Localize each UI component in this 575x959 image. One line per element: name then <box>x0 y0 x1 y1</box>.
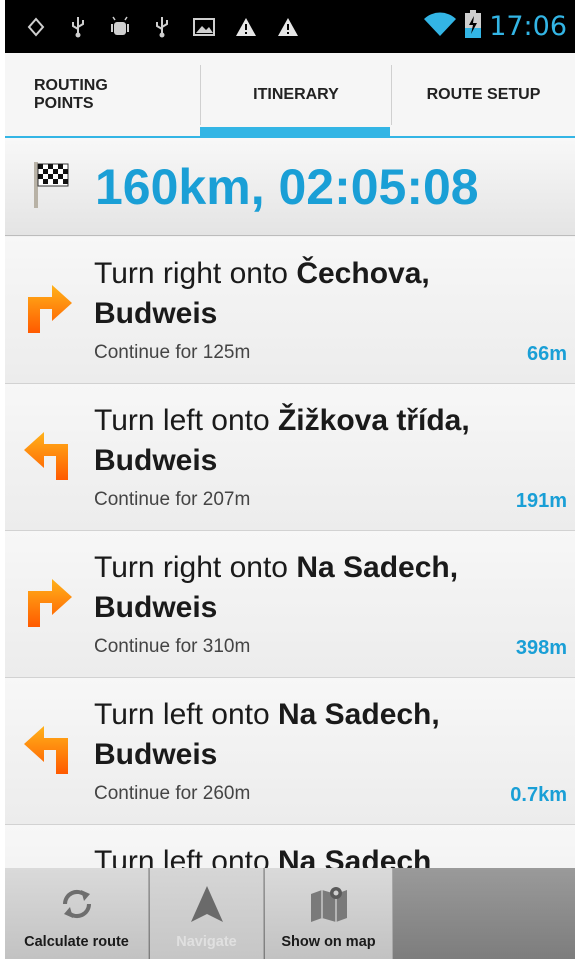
usb-icon-2 <box>151 16 173 38</box>
show-on-map-button[interactable]: Show on map <box>265 868 393 959</box>
instruction-text: Turn left onto Žižkova třída, Budweis <box>94 401 564 481</box>
step-distance: 66m <box>526 343 567 365</box>
instruction-prefix: Turn left onto <box>94 698 278 731</box>
route-distance-time: 160km, 02:05:08 <box>95 159 479 215</box>
navigate-button[interactable]: Navigate <box>150 868 264 959</box>
tab-routing-points[interactable]: ROUTING POINTS <box>5 53 200 136</box>
navigation-arrow-icon <box>187 884 227 929</box>
instruction-street: Na Sadech, <box>277 698 440 731</box>
refresh-icon <box>57 884 97 929</box>
itinerary-item[interactable]: Turn left onto Na Sadech, Budweis Continu… <box>5 678 575 825</box>
instruction-text: Turn left onto Na Sadech, Budweis <box>94 695 564 775</box>
warning-icon <box>235 16 257 38</box>
checkered-flag-icon <box>31 160 79 215</box>
tab-itinerary-label: ITINERARY <box>253 85 339 103</box>
instruction-street: Na Sadech, <box>296 551 459 584</box>
battery-charging-icon <box>465 10 482 43</box>
warning-icon-2 <box>277 16 299 38</box>
route-summary: 160km, 02:05:08 <box>5 138 575 236</box>
tab-bar: ROUTING POINTS ITINERARY ROUTE SETUP <box>5 53 575 138</box>
instruction-prefix: Turn left onto <box>94 404 278 437</box>
show-on-map-label: Show on map <box>281 934 376 950</box>
tab-routing-points-line1: ROUTING <box>34 76 108 94</box>
step-distance: 398m <box>515 637 567 659</box>
map-pin-icon <box>308 884 350 929</box>
status-bar: 17:06 <box>5 0 575 53</box>
calculate-route-button[interactable]: Calculate route <box>5 868 149 959</box>
instruction-text: Turn right onto Na Sadech, Budweis <box>94 548 564 628</box>
step-distance: 0.7km <box>510 784 567 806</box>
instruction-text: Turn right onto Čechova, Budweis <box>94 254 564 334</box>
tab-itinerary[interactable]: ITINERARY <box>201 53 391 136</box>
navigate-label: Navigate <box>176 934 237 950</box>
tab-route-setup[interactable]: ROUTE SETUP <box>392 53 575 136</box>
continue-text: Continue for 310m <box>94 636 251 657</box>
instruction-street: Čechova, <box>296 257 430 290</box>
instruction-prefix: Turn right onto <box>94 551 297 584</box>
usb-icon <box>67 16 89 38</box>
instruction-city: Budweis <box>94 297 218 330</box>
turn-left-arrow-icon <box>20 422 76 482</box>
sync-icon <box>25 16 47 38</box>
itinerary-item[interactable]: Turn left onto Žižkova třída, Budweis Con… <box>5 384 575 531</box>
itinerary-item[interactable]: Turn right onto Čechova, Budweis Continue… <box>5 237 575 384</box>
image-icon <box>193 16 215 38</box>
instruction-city: Budweis <box>94 591 218 624</box>
turn-right-arrow-icon <box>20 275 76 335</box>
tab-selected-indicator <box>200 127 390 136</box>
status-time: 17:06 <box>489 11 567 42</box>
tab-route-setup-label: ROUTE SETUP <box>426 85 541 103</box>
turn-right-arrow-icon <box>20 569 76 629</box>
android-debug-icon <box>109 16 131 38</box>
itinerary-item[interactable]: Turn right onto Na Sadech, Budweis Contin… <box>5 531 575 678</box>
screen: 17:06 ROUTING POINTS ITINERARY ROUTE SET… <box>5 0 575 959</box>
tab-routing-points-line2: POINTS <box>34 94 94 112</box>
instruction-city: Budweis <box>94 738 218 771</box>
wifi-icon <box>423 11 457 42</box>
bottom-toolbar: Calculate route Navigate Show on map <box>5 868 575 959</box>
instruction-prefix: Turn right onto <box>94 257 297 290</box>
continue-text: Continue for 207m <box>94 489 251 510</box>
instruction-city: Budweis <box>94 444 218 477</box>
step-distance: 191m <box>515 490 567 512</box>
calculate-route-label: Calculate route <box>24 934 129 950</box>
continue-text: Continue for 125m <box>94 342 251 363</box>
turn-left-arrow-icon <box>20 716 76 776</box>
continue-text: Continue for 260m <box>94 783 251 804</box>
instruction-street: Žižkova třída, <box>277 404 470 437</box>
